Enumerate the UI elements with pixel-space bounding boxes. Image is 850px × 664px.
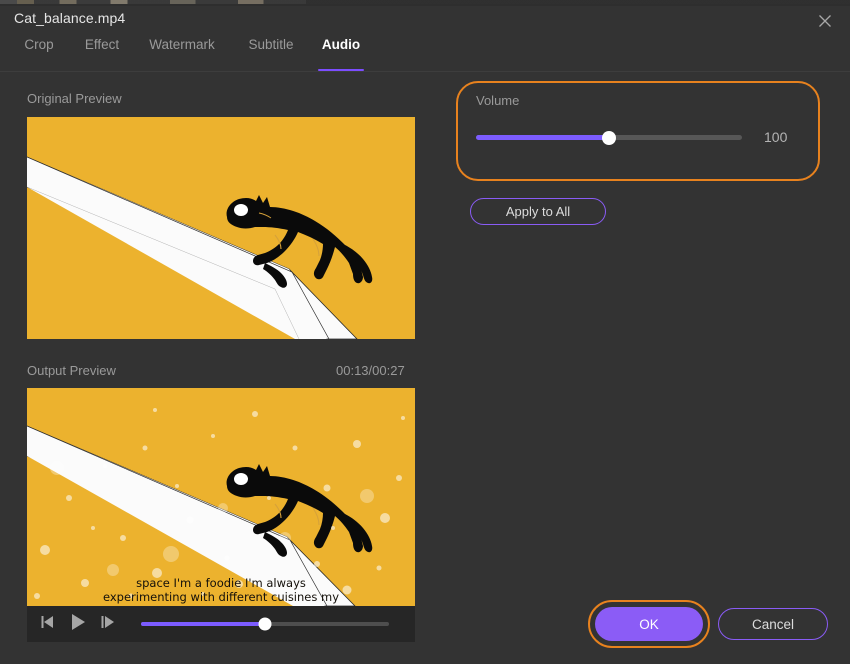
tab-label: Crop (24, 37, 54, 52)
playback-control-bar (27, 606, 415, 642)
original-preview-video[interactable] (27, 117, 415, 339)
tab-crop[interactable]: Crop (8, 36, 70, 70)
output-frame-image (27, 388, 415, 606)
apply-to-all-button[interactable]: Apply to All (470, 198, 606, 225)
tab-label: Audio (321, 37, 361, 52)
volume-value: 100 (764, 129, 788, 145)
volume-slider-thumb[interactable] (602, 130, 616, 145)
tab-audio[interactable]: Audio (312, 36, 370, 71)
original-preview-label: Original Preview (27, 91, 122, 106)
tab-effect[interactable]: Effect (70, 36, 134, 70)
close-icon (818, 14, 832, 28)
playback-progress-thumb[interactable] (258, 617, 272, 631)
tab-label: Effect (84, 37, 120, 52)
window-title: Cat_balance.mp4 (14, 10, 126, 26)
play-button[interactable] (63, 606, 93, 642)
cancel-button[interactable]: Cancel (718, 608, 828, 640)
play-icon (69, 613, 87, 636)
volume-panel: Volume 100 (456, 81, 820, 181)
tab-bar: Crop Effect Watermark Subtitle Audio (0, 36, 850, 71)
output-preview-label: Output Preview (27, 363, 116, 378)
volume-slider[interactable] (476, 130, 742, 145)
previous-frame-icon (40, 615, 56, 634)
volume-label: Volume (476, 93, 520, 108)
tab-subtitle[interactable]: Subtitle (230, 36, 312, 70)
output-preview-video[interactable]: space I'm a foodie I'm always experiment… (27, 388, 415, 606)
original-frame-image (27, 117, 415, 339)
close-button[interactable] (810, 8, 840, 34)
volume-slider-fill (476, 135, 609, 140)
playback-progress-fill (141, 622, 265, 626)
tab-label: Subtitle (248, 37, 294, 52)
audio-settings-dialog: Cat_balance.mp4 Crop Effect Watermark Subti… (0, 0, 850, 664)
next-frame-button[interactable] (93, 606, 123, 642)
playback-progress-slider[interactable] (141, 617, 389, 631)
tab-label: Watermark (149, 37, 215, 52)
tab-watermark[interactable]: Watermark (134, 36, 230, 70)
ok-button[interactable]: OK (595, 607, 703, 641)
previous-frame-button[interactable] (33, 606, 63, 642)
title-bar: Cat_balance.mp4 (0, 6, 850, 36)
next-frame-icon (100, 615, 116, 634)
tab-bar-separator (0, 71, 850, 72)
output-preview-timestamp: 00:13/00:27 (336, 363, 405, 378)
